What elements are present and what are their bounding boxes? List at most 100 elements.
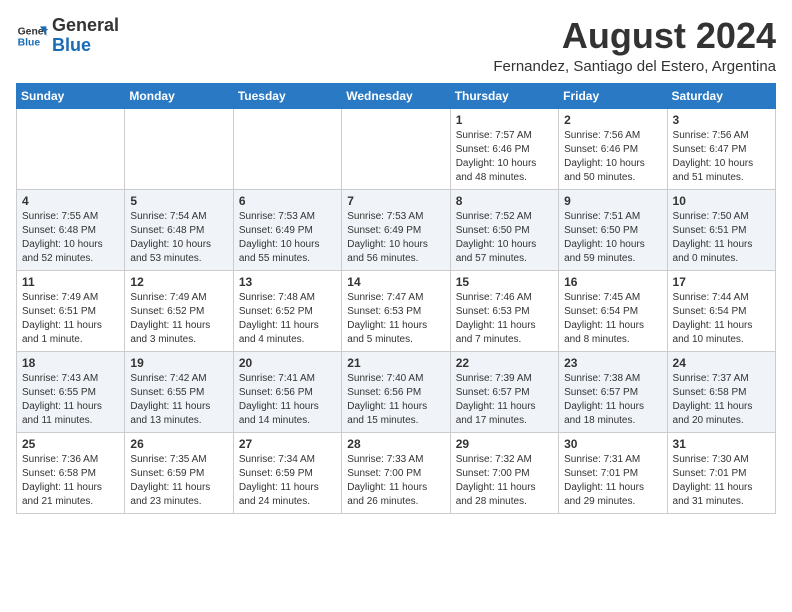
day-number: 11 [22,275,119,289]
day-of-week-header: Thursday [450,83,558,108]
calendar-cell: 29 Sunrise: 7:32 AM Sunset: 7:00 PM Dayli… [450,432,558,513]
calendar-cell: 6Sunrise: 7:53 AM Sunset: 6:49 PM Daylig… [233,189,341,270]
calendar-cell [125,108,233,189]
day-number: 28 [347,437,444,451]
day-number: 1 [456,113,553,127]
calendar-cell: 22 Sunrise: 7:39 AM Sunset: 6:57 PM Dayli… [450,351,558,432]
calendar-cell: 21 Sunrise: 7:40 AM Sunset: 6:56 PM Dayli… [342,351,450,432]
calendar-cell [17,108,125,189]
calendar-cell: 28Sunrise: 7:33 AM Sunset: 7:00 PM Dayli… [342,432,450,513]
day-info: Sunrise: 7:43 AM Sunset: 6:55 PM Dayligh… [22,372,119,428]
day-of-week-header: Saturday [667,83,775,108]
day-number: 30 [564,437,661,451]
day-info: Sunrise: 7:55 AM Sunset: 6:48 PM Dayligh… [22,210,119,266]
month-year-title: August 2024 [493,16,776,56]
calendar-week-row: 1 Sunrise: 7:57 AM Sunset: 6:46 PM Daylig… [17,108,776,189]
day-number: 17 [673,275,770,289]
svg-text:Blue: Blue [18,37,41,48]
day-info: Sunrise: 7:56 AM Sunset: 6:46 PM Dayligh… [564,129,661,185]
day-info: Sunrise: 7:38 AM Sunset: 6:57 PM Dayligh… [564,372,661,428]
day-number: 13 [239,275,336,289]
calendar-cell: 16 Sunrise: 7:45 AM Sunset: 6:54 PM Dayli… [559,270,667,351]
day-of-week-header: Monday [125,83,233,108]
calendar-week-row: 18Sunrise: 7:43 AM Sunset: 6:55 PM Dayli… [17,351,776,432]
day-number: 10 [673,194,770,208]
day-info: Sunrise: 7:46 AM Sunset: 6:53 PM Dayligh… [456,291,553,347]
calendar-cell: 25 Sunrise: 7:36 AM Sunset: 6:58 PM Dayli… [17,432,125,513]
day-info: Sunrise: 7:42 AM Sunset: 6:55 PM Dayligh… [130,372,227,428]
day-info: Sunrise: 7:41 AM Sunset: 6:56 PM Dayligh… [239,372,336,428]
logo-blue-text: Blue [52,35,91,55]
calendar-cell: 18Sunrise: 7:43 AM Sunset: 6:55 PM Dayli… [17,351,125,432]
calendar-cell: 26Sunrise: 7:35 AM Sunset: 6:59 PM Dayli… [125,432,233,513]
day-info: Sunrise: 7:50 AM Sunset: 6:51 PM Dayligh… [673,210,770,266]
page-header: General Blue General Blue August 2024 Fe… [16,16,776,75]
calendar-cell: 20 Sunrise: 7:41 AM Sunset: 6:56 PM Dayli… [233,351,341,432]
day-number: 25 [22,437,119,451]
calendar-cell: 4 Sunrise: 7:55 AM Sunset: 6:48 PM Daylig… [17,189,125,270]
calendar-cell: 3Sunrise: 7:56 AM Sunset: 6:47 PM Daylig… [667,108,775,189]
logo-icon: General Blue [16,20,48,52]
day-info: Sunrise: 7:39 AM Sunset: 6:57 PM Dayligh… [456,372,553,428]
day-info: Sunrise: 7:40 AM Sunset: 6:56 PM Dayligh… [347,372,444,428]
day-number: 20 [239,356,336,370]
day-number: 22 [456,356,553,370]
day-info: Sunrise: 7:32 AM Sunset: 7:00 PM Dayligh… [456,453,553,509]
calendar-cell: 10 Sunrise: 7:50 AM Sunset: 6:51 PM Dayli… [667,189,775,270]
day-number: 16 [564,275,661,289]
calendar-cell: 8 Sunrise: 7:52 AM Sunset: 6:50 PM Daylig… [450,189,558,270]
day-info: Sunrise: 7:31 AM Sunset: 7:01 PM Dayligh… [564,453,661,509]
day-number: 27 [239,437,336,451]
location-subtitle: Fernandez, Santiago del Estero, Argentin… [493,58,776,75]
calendar-cell: 12Sunrise: 7:49 AM Sunset: 6:52 PM Dayli… [125,270,233,351]
day-of-week-header: Wednesday [342,83,450,108]
day-number: 31 [673,437,770,451]
day-number: 14 [347,275,444,289]
day-info: Sunrise: 7:30 AM Sunset: 7:01 PM Dayligh… [673,453,770,509]
calendar-cell: 5Sunrise: 7:54 AM Sunset: 6:48 PM Daylig… [125,189,233,270]
calendar-cell: 13 Sunrise: 7:48 AM Sunset: 6:52 PM Dayli… [233,270,341,351]
day-number: 15 [456,275,553,289]
logo: General Blue General Blue [16,16,119,56]
calendar-cell: 31 Sunrise: 7:30 AM Sunset: 7:01 PM Dayli… [667,432,775,513]
calendar-cell: 27Sunrise: 7:34 AM Sunset: 6:59 PM Dayli… [233,432,341,513]
logo-general-text: General [52,15,119,35]
day-info: Sunrise: 7:45 AM Sunset: 6:54 PM Dayligh… [564,291,661,347]
day-info: Sunrise: 7:48 AM Sunset: 6:52 PM Dayligh… [239,291,336,347]
calendar-cell: 17Sunrise: 7:44 AM Sunset: 6:54 PM Dayli… [667,270,775,351]
day-number: 12 [130,275,227,289]
day-info: Sunrise: 7:51 AM Sunset: 6:50 PM Dayligh… [564,210,661,266]
title-block: August 2024 Fernandez, Santiago del Este… [493,16,776,75]
calendar-cell [233,108,341,189]
calendar-cell: 2Sunrise: 7:56 AM Sunset: 6:46 PM Daylig… [559,108,667,189]
day-number: 4 [22,194,119,208]
day-of-week-header: Tuesday [233,83,341,108]
calendar-header-row: SundayMondayTuesdayWednesdayThursdayFrid… [17,83,776,108]
calendar-cell: 15 Sunrise: 7:46 AM Sunset: 6:53 PM Dayli… [450,270,558,351]
calendar-week-row: 25 Sunrise: 7:36 AM Sunset: 6:58 PM Dayli… [17,432,776,513]
day-of-week-header: Friday [559,83,667,108]
day-info: Sunrise: 7:36 AM Sunset: 6:58 PM Dayligh… [22,453,119,509]
calendar-week-row: 4 Sunrise: 7:55 AM Sunset: 6:48 PM Daylig… [17,189,776,270]
calendar-cell: 24 Sunrise: 7:37 AM Sunset: 6:58 PM Dayli… [667,351,775,432]
calendar-cell: 23 Sunrise: 7:38 AM Sunset: 6:57 PM Dayli… [559,351,667,432]
calendar-table: SundayMondayTuesdayWednesdayThursdayFrid… [16,83,776,514]
day-info: Sunrise: 7:54 AM Sunset: 6:48 PM Dayligh… [130,210,227,266]
day-info: Sunrise: 7:35 AM Sunset: 6:59 PM Dayligh… [130,453,227,509]
day-number: 24 [673,356,770,370]
day-info: Sunrise: 7:52 AM Sunset: 6:50 PM Dayligh… [456,210,553,266]
day-number: 7 [347,194,444,208]
day-info: Sunrise: 7:57 AM Sunset: 6:46 PM Dayligh… [456,129,553,185]
day-info: Sunrise: 7:47 AM Sunset: 6:53 PM Dayligh… [347,291,444,347]
day-info: Sunrise: 7:37 AM Sunset: 6:58 PM Dayligh… [673,372,770,428]
day-info: Sunrise: 7:53 AM Sunset: 6:49 PM Dayligh… [347,210,444,266]
day-number: 21 [347,356,444,370]
calendar-cell [342,108,450,189]
day-number: 8 [456,194,553,208]
calendar-cell: 19Sunrise: 7:42 AM Sunset: 6:55 PM Dayli… [125,351,233,432]
calendar-cell: 7 Sunrise: 7:53 AM Sunset: 6:49 PM Daylig… [342,189,450,270]
calendar-cell: 1 Sunrise: 7:57 AM Sunset: 6:46 PM Daylig… [450,108,558,189]
day-number: 29 [456,437,553,451]
calendar-cell: 30 Sunrise: 7:31 AM Sunset: 7:01 PM Dayli… [559,432,667,513]
day-number: 23 [564,356,661,370]
